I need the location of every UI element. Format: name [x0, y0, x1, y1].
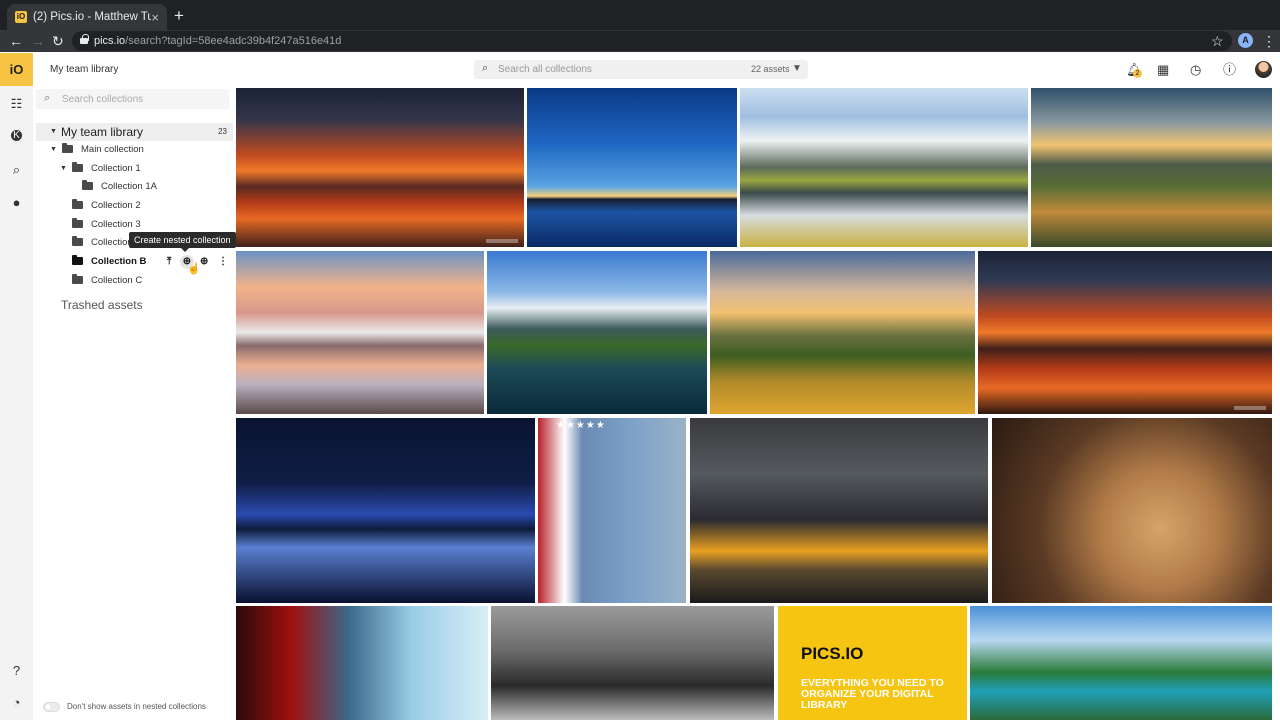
thumbnail-pics-io-banner[interactable]: PICS.IO EVERYTHING YOU NEED TO ORGANIZE …	[778, 606, 967, 720]
close-tab-icon[interactable]: ×	[151, 10, 159, 25]
banner-logo: PICS.IO	[801, 644, 864, 663]
library-title: My team library	[50, 64, 119, 75]
tree-label: Collection C	[91, 275, 143, 286]
folder-tree-icon[interactable]: ☷	[8, 95, 25, 112]
browser-tab-bar: iO (2) Pics.io - Matthew Turner × +	[0, 0, 1280, 30]
search-collections-input[interactable]	[62, 92, 222, 106]
thumbnail-teddy-bear-toy[interactable]	[992, 418, 1272, 603]
toggle-label: Don't show assets in nested collections	[67, 702, 206, 711]
tree-label: Main collection	[81, 144, 144, 155]
folder-icon	[72, 199, 83, 209]
new-tab-button[interactable]: +	[174, 6, 184, 26]
reload-icon[interactable]: ↻	[52, 31, 64, 51]
thumbnail-mountain-lake-reflection[interactable]	[740, 88, 1028, 247]
collections-sidebar: ⌕ ▼ My team library 23 ▼ Main collection…	[33, 87, 235, 720]
caret-down-icon[interactable]: ▼	[60, 160, 67, 178]
history-icon[interactable]: ◷	[1190, 62, 1201, 78]
asset-count: 23	[218, 127, 227, 136]
left-toolbar: iO ☷ K ⌕ ● ? ◔	[0, 53, 33, 720]
tree-item-collection-c[interactable]: Collection C	[36, 272, 233, 290]
pics-io-logo[interactable]: iO	[0, 53, 33, 86]
browser-menu-icon[interactable]: ⋮	[1262, 31, 1276, 51]
grid-view-icon[interactable]: ▦	[1157, 62, 1169, 78]
thumbnail-hills-golden-meadow[interactable]	[710, 251, 975, 414]
folder-icon	[62, 143, 73, 153]
thumbnail-station-crowd-bw[interactable]	[491, 606, 774, 720]
lightbulb-icon[interactable]: ●	[8, 194, 25, 211]
tree-label: Collection 2	[91, 200, 141, 211]
mouse-cursor-icon: ☝	[187, 263, 201, 275]
thumbnail-lake-boat-reflection[interactable]	[236, 251, 484, 414]
tree-label: My team library	[61, 125, 144, 139]
lock-icon	[80, 34, 89, 44]
tree-item-collection-b[interactable]: Collection B ⤒ ⊕ ⊕ ⋮	[36, 253, 233, 271]
nested-assets-toggle[interactable]	[43, 702, 60, 712]
notifications-badge: 2	[1133, 69, 1142, 78]
search-icon: ⌕	[482, 62, 489, 74]
more-options-icon[interactable]: ⋮	[218, 253, 228, 271]
chat-icon[interactable]: ◔	[8, 694, 25, 711]
tree-root-my-team-library[interactable]: ▼ My team library 23	[36, 123, 233, 141]
watermark	[1234, 406, 1266, 410]
thumbnail-lake-castle[interactable]	[487, 251, 707, 414]
forward-icon[interactable]: →	[31, 31, 45, 51]
global-search: ⌕ 22 assets ▼	[474, 60, 808, 79]
thumbnail-astronaut-portrait[interactable]: ★★★★★	[538, 418, 686, 603]
folder-icon	[72, 236, 83, 246]
folder-icon	[82, 180, 93, 190]
thumbnail-sunset-over-sea-2[interactable]	[978, 251, 1272, 414]
rating-stars[interactable]: ★★★★★	[556, 420, 606, 431]
watermark	[486, 239, 518, 243]
thumbnail-island-sunset-blue[interactable]	[527, 88, 737, 247]
back-icon[interactable]: ←	[9, 31, 23, 51]
caret-down-icon[interactable]: ▼	[50, 123, 57, 141]
app-header: My team library ⌕ 22 assets ▼ 🔔︎ ▦ ◷ ⓘ	[33, 53, 1280, 87]
folder-icon	[72, 162, 83, 172]
search-all-input[interactable]	[498, 62, 738, 77]
url-path: /search?tagId=58ee4adc39b4f247a516e41d	[125, 35, 342, 47]
profile-avatar[interactable]: A	[1238, 33, 1253, 48]
thumbnail-tropical-bay[interactable]	[970, 606, 1272, 720]
thumbnail-city-fountain-night[interactable]	[690, 418, 988, 603]
help-icon[interactable]: ?	[8, 662, 25, 679]
url-field[interactable]: pics.io/search?tagId=58ee4adc39b4f247a51…	[72, 31, 1232, 51]
bookmark-star-icon[interactable]: ☆	[1211, 31, 1224, 51]
tree-label: Collection B	[91, 256, 147, 267]
favicon-icon: iO	[15, 11, 27, 23]
search-icon[interactable]: ⌕	[8, 161, 25, 178]
website-globe-icon[interactable]: ⊕	[200, 253, 208, 271]
browser-address-bar: ← → ↻ pics.io/search?tagId=58ee4adc39b4f…	[0, 30, 1280, 52]
tab-title: (2) Pics.io - Matthew Turner	[33, 11, 152, 23]
keywords-icon[interactable]: K	[11, 130, 22, 141]
thumbnail-rain-window[interactable]	[236, 606, 488, 720]
search-icon: ⌕	[44, 92, 51, 104]
upload-icon[interactable]: ⤒	[167, 253, 171, 271]
info-icon[interactable]: ⓘ	[1223, 62, 1236, 78]
thumbnail-sunset-over-sea[interactable]	[236, 88, 524, 247]
tree-item-collection-1[interactable]: ▼ Collection 1	[36, 160, 233, 178]
thumbnail-alpine-valley-sunrise[interactable]	[1031, 88, 1272, 247]
folder-icon	[72, 255, 83, 265]
tree-label: Collection 1	[91, 163, 141, 174]
caret-down-icon[interactable]: ▼	[50, 141, 57, 159]
tree-item-collection-1a[interactable]: Collection 1A	[36, 178, 233, 196]
trashed-assets-link[interactable]: Trashed assets	[61, 298, 143, 312]
browser-tab[interactable]: iO (2) Pics.io - Matthew Turner ×	[7, 4, 167, 30]
create-nested-collection-tooltip: Create nested collection	[129, 232, 236, 252]
collections-search: ⌕	[36, 89, 229, 109]
user-avatar[interactable]	[1255, 61, 1272, 78]
tree-item-main-collection[interactable]: ▼ Main collection	[36, 141, 233, 159]
assets-count: 22 assets	[751, 64, 790, 74]
folder-icon	[72, 274, 83, 284]
banner-tagline: EVERYTHING YOU NEED TO ORGANIZE YOUR DIG…	[801, 677, 944, 711]
url-host: pics.io	[94, 35, 126, 47]
folder-icon	[72, 218, 83, 228]
filter-icon[interactable]: ▼	[792, 63, 802, 74]
tree-item-collection-2[interactable]: Collection 2	[36, 197, 233, 215]
tree-label: Collection	[91, 237, 133, 248]
tree-label: Collection 1A	[101, 181, 157, 192]
thumbnail-bridge-at-night[interactable]	[236, 418, 535, 603]
